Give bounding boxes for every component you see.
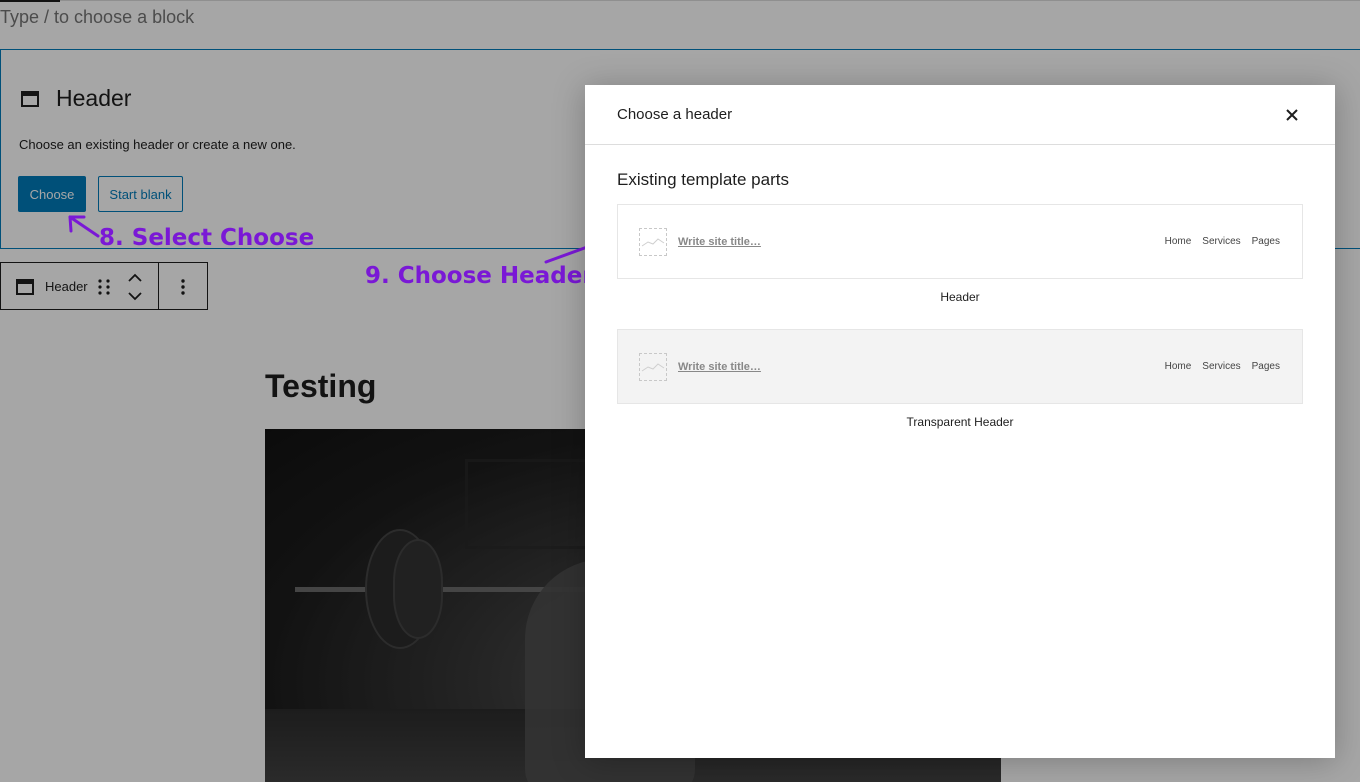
- modal-header: Choose a header: [585, 85, 1335, 145]
- template-part-preview[interactable]: Write site title… Home Services Pages: [617, 329, 1303, 404]
- nav-item: Home: [1164, 236, 1192, 247]
- nav-item: Services: [1202, 236, 1241, 247]
- nav-item: Services: [1202, 361, 1241, 372]
- nav-item: Home: [1164, 361, 1192, 372]
- choose-header-modal: Choose a header Existing template parts …: [585, 85, 1335, 758]
- site-logo-placeholder: [639, 228, 667, 256]
- annotation-step-9: 9. Choose Header: [365, 263, 594, 289]
- navigation-preview: Home Services Pages: [1165, 361, 1280, 372]
- site-logo-placeholder: [639, 353, 667, 381]
- nav-item: Pages: [1251, 361, 1280, 372]
- template-part-caption[interactable]: Transparent Header: [617, 415, 1303, 429]
- nav-item: Pages: [1251, 236, 1280, 247]
- section-title: Existing template parts: [617, 170, 789, 189]
- annotation-step-8: 8. Select Choose: [99, 225, 315, 251]
- site-title-placeholder: Write site title…: [678, 361, 761, 373]
- template-part-preview[interactable]: Write site title… Home Services Pages: [617, 204, 1303, 279]
- image-placeholder-icon: [641, 363, 665, 372]
- close-icon: [1286, 109, 1298, 121]
- modal-title: Choose a header: [617, 106, 733, 123]
- template-part-caption[interactable]: Header: [617, 290, 1303, 304]
- navigation-preview: Home Services Pages: [1165, 236, 1280, 247]
- close-button[interactable]: [1280, 103, 1304, 127]
- image-placeholder-icon: [641, 238, 665, 247]
- site-title-placeholder: Write site title…: [678, 236, 761, 248]
